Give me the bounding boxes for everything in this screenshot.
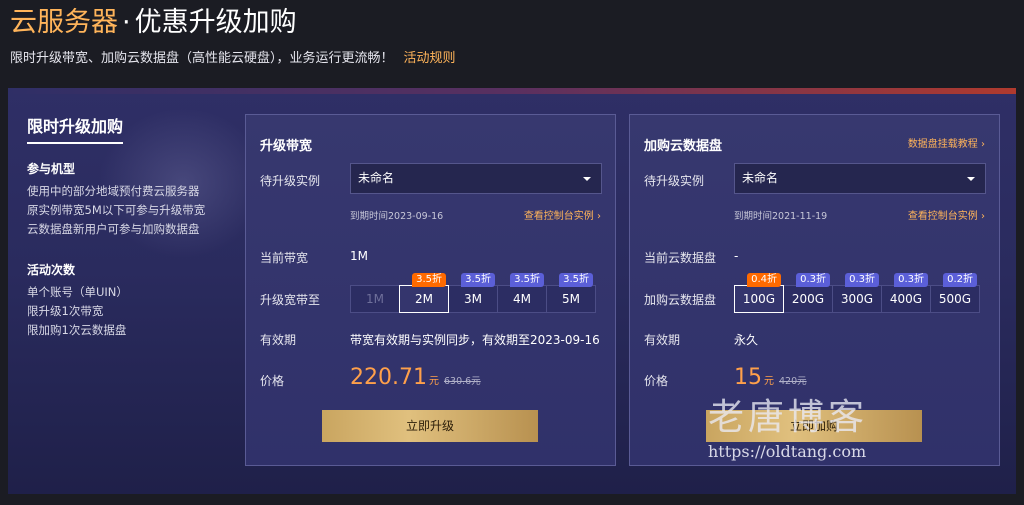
current-disk-label: 当前云数据盘: [644, 251, 717, 265]
add-disk-label: 加购云数据盘: [644, 293, 717, 307]
limits-line: 限升级1次带宽: [27, 304, 104, 318]
limits-line: 限加购1次云数据盘: [27, 323, 127, 337]
option-label: 100G: [742, 292, 776, 306]
bandwidth-options: 1M 3.5折 2M 3.5折 3M 3.5折 4M 3.5折 5M: [350, 273, 596, 313]
console-instance-link[interactable]: 查看控制台实例 ›: [524, 207, 601, 222]
price-unit: 元: [764, 376, 774, 387]
price-label: 价格: [644, 374, 669, 388]
option-label: 5M: [562, 292, 580, 306]
upgrade-now-button[interactable]: 立即升级: [322, 410, 538, 442]
chevron-right-icon: ›: [981, 139, 985, 150]
activity-rules-link[interactable]: 活动规则: [404, 51, 456, 66]
disk-option[interactable]: 0.4折 100G: [734, 273, 784, 313]
page-title: 云服务器 · 优惠升级加购: [10, 6, 297, 40]
upgrade-to-label: 升级宽带至: [260, 293, 321, 307]
discount-badge: 0.3折: [894, 273, 928, 287]
discount-badge: 3.5折: [461, 273, 495, 287]
limits-heading: 活动次数: [27, 263, 76, 277]
promo-panel: 限时升级加购 参与机型 使用中的部分地域预付费云服务器 原实例带宽5M以下可参与…: [8, 88, 1016, 494]
buy-now-button[interactable]: 立即加购: [706, 410, 922, 442]
disk-mount-tutorial-link[interactable]: 数据盘挂载教程 ›: [908, 135, 985, 150]
page-subtitle: 限时升级带宽、加购云数据盘（高性能云硬盘），业务运行更流畅！ 活动规则: [10, 50, 456, 68]
console-link-label: 查看控制台实例: [523, 211, 594, 222]
bandwidth-option[interactable]: 3.5折 5M: [546, 273, 596, 313]
disk-instance-select[interactable]: 未命名: [734, 163, 986, 194]
price-unit: 元: [428, 376, 439, 387]
original-price: 630.6元: [443, 376, 481, 387]
discount-badge: 3.5折: [510, 273, 544, 287]
chevron-down-icon: [967, 177, 975, 181]
bandwidth-option[interactable]: 3.5折 4M: [497, 273, 547, 313]
disk-option[interactable]: 0.3折 400G: [881, 273, 931, 313]
select-value: 未命名: [742, 171, 779, 185]
mechanism-line: 云数据盘新用户可参与加购数据盘: [27, 222, 200, 236]
title-separator: ·: [122, 7, 131, 38]
mechanism-line: 原实例带宽5M以下可参与升级带宽: [27, 203, 206, 217]
current-bandwidth-label: 当前带宽: [260, 251, 309, 265]
title-accent: 云服务器: [10, 7, 118, 38]
current-disk-value: -: [734, 249, 739, 263]
validity-label: 有效期: [260, 333, 297, 347]
disk-option[interactable]: 0.3折 200G: [783, 273, 833, 313]
instance-label: 待升级实例: [260, 174, 321, 188]
option-label: 400G: [889, 292, 923, 306]
disk-card-title: 加购云数据盘: [644, 139, 723, 154]
title-main: 优惠升级加购: [134, 7, 297, 38]
instance-label: 待升级实例: [644, 174, 705, 188]
option-label: 1M: [366, 292, 384, 306]
select-value: 未命名: [358, 171, 395, 185]
mechanism-section: 参与机型 使用中的部分地域预付费云服务器 原实例带宽5M以下可参与升级带宽 云数…: [27, 160, 237, 239]
price: 15 元 420元: [734, 365, 807, 390]
price-label: 价格: [260, 374, 285, 388]
bandwidth-instance-select[interactable]: 未命名: [350, 163, 602, 194]
mechanism-line: 使用中的部分地域预付费云服务器: [27, 184, 200, 198]
option-label: 500G: [938, 292, 972, 306]
original-price: 420元: [779, 376, 807, 387]
current-bandwidth-value: 1M: [350, 249, 368, 263]
chevron-down-icon: [583, 177, 591, 181]
disk-option[interactable]: 0.3折 300G: [832, 273, 882, 313]
option-label: 2M: [415, 292, 433, 306]
validity-value: 带宽有效期与实例同步，有效期至2023-09-16: [350, 333, 600, 347]
console-instance-link[interactable]: 查看控制台实例 ›: [908, 207, 985, 222]
option-label: 4M: [513, 292, 531, 306]
mechanism-heading: 参与机型: [27, 162, 76, 176]
price-value: 15: [734, 365, 762, 390]
bandwidth-option[interactable]: 3.5折 3M: [448, 273, 498, 313]
chevron-right-icon: ›: [597, 211, 601, 222]
validity-value: 永久: [734, 333, 759, 347]
data-disk-card: 加购云数据盘 数据盘挂载教程 › 待升级实例 未命名 到期时间2021-11-1…: [629, 114, 1000, 466]
disk-option[interactable]: 0.2折 500G: [930, 273, 980, 313]
subtitle-text: 限时升级带宽、加购云数据盘（高性能云硬盘），业务运行更流畅！: [10, 51, 394, 66]
chevron-right-icon: ›: [981, 211, 985, 222]
option-label: 200G: [791, 292, 825, 306]
bandwidth-option[interactable]: 3.5折 2M: [399, 273, 449, 313]
discount-badge: 0.4折: [747, 273, 781, 287]
option-label: 3M: [464, 292, 482, 306]
expire-time: 到期时间2021-11-19: [734, 211, 828, 222]
discount-badge: 0.3折: [845, 273, 879, 287]
validity-label: 有效期: [644, 333, 681, 347]
disk-options: 0.4折 100G 0.3折 200G 0.3折 300G 0.3折 400G 0.2折…: [734, 273, 980, 313]
price-value: 220.71: [350, 365, 427, 390]
discount-badge: 0.3折: [796, 273, 830, 287]
discount-badge: 3.5折: [412, 273, 446, 287]
limits-line: 单个账号（单UIN）: [27, 285, 128, 299]
limits-section: 活动次数 单个账号（单UIN） 限升级1次带宽 限加购1次云数据盘: [27, 261, 237, 340]
option-label: 300G: [840, 292, 874, 306]
bandwidth-card-title: 升级带宽: [260, 139, 313, 154]
console-link-label: 查看控制台实例: [907, 211, 978, 222]
discount-badge: 0.2折: [943, 273, 977, 287]
tutorial-link-label: 数据盘挂载教程: [907, 139, 978, 150]
bandwidth-card: 升级带宽 待升级实例 未命名 到期时间2023-09-16 查看控制台实例 › …: [245, 114, 616, 466]
discount-badge: 3.5折: [559, 273, 593, 287]
price: 220.71 元 630.6元: [350, 365, 481, 390]
sidebar: 限时升级加购 参与机型 使用中的部分地域预付费云服务器 原实例带宽5M以下可参与…: [27, 116, 237, 340]
sidebar-title: 限时升级加购: [27, 116, 124, 144]
bandwidth-option[interactable]: 1M: [350, 285, 400, 313]
expire-time: 到期时间2023-09-16: [350, 211, 444, 222]
